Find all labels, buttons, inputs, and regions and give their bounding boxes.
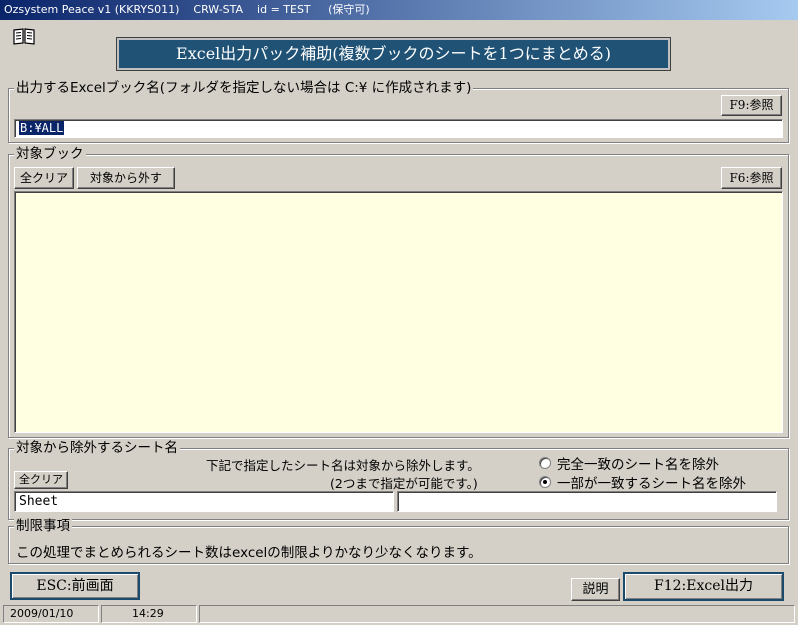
output-path-value: B:¥ALL xyxy=(19,121,65,135)
radio-partial-match-label[interactable]: 一部が一致するシート名を除外 xyxy=(557,472,746,492)
restrictions-legend: 制限事項 xyxy=(14,518,72,534)
clear-all-sheets-button[interactable]: 全クリア xyxy=(14,471,68,489)
excel-export-button[interactable]: F12:Excel出力 xyxy=(623,572,784,601)
exclude-sheets-legend: 対象から除外するシート名 xyxy=(14,440,180,456)
radio-exact-match-label[interactable]: 完全一致のシート名を除外 xyxy=(557,453,719,473)
target-books-legend: 対象ブック xyxy=(14,146,86,162)
output-browse-button[interactable]: F9:参照 xyxy=(721,95,782,116)
clear-all-books-button[interactable]: 全クリア xyxy=(14,167,74,189)
help-button[interactable]: 説明 xyxy=(571,578,620,601)
output-book-legend: 出力するExcelブック名(フォルダを指定しない場合は C:¥ に作成されます) xyxy=(14,80,474,96)
output-path-field[interactable]: B:¥ALL xyxy=(14,119,783,138)
back-button[interactable]: ESC:前画面 xyxy=(10,572,140,600)
radio-partial-match[interactable] xyxy=(539,476,551,488)
restrictions-text: この処理でまとめられるシート数はexcelの制限よりかなり少なくなります。 xyxy=(16,545,482,561)
remove-from-target-button[interactable]: 対象から外す xyxy=(77,167,175,189)
status-time: 14:29 xyxy=(101,605,197,623)
status-message xyxy=(199,605,795,623)
window-title: Ozsystem Peace v1 (KKRYS011) CRW-STA id … xyxy=(0,0,798,20)
books-browse-button[interactable]: F6:参照 xyxy=(721,167,782,189)
status-date: 2009/01/10 xyxy=(3,605,99,623)
book-icon[interactable] xyxy=(12,27,36,45)
radio-exact-match[interactable] xyxy=(539,457,551,469)
page-title-banner: Excel出力パック補助(複数ブックのシートを1つにまとめる) xyxy=(116,37,671,71)
exclude-sheet-field-2[interactable] xyxy=(397,491,777,512)
target-books-list[interactable] xyxy=(14,191,783,433)
exclude-sheet-field-1[interactable]: Sheet xyxy=(14,491,394,512)
exclude-note-line1: 下記で指定したシート名は対象から除外します。 xyxy=(206,458,480,473)
exclude-note-line2: (2つまで指定が可能です。) xyxy=(330,476,478,491)
